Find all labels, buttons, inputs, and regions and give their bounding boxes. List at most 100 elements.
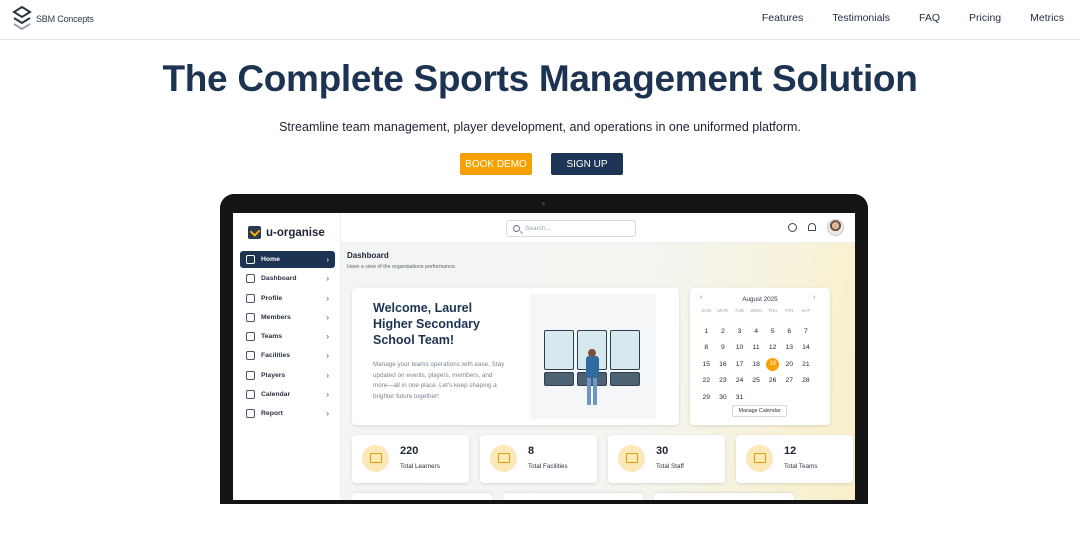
welcome-card: Welcome, Laurel Higher Secondary School … (352, 288, 679, 425)
members-icon (246, 312, 255, 322)
report-icon (246, 409, 255, 419)
brand[interactable]: SBM Concepts (12, 6, 94, 32)
calendar-day[interactable]: 11 (748, 340, 765, 357)
calendar-day[interactable]: 24 (731, 373, 748, 390)
calendar-day[interactable]: 20 (781, 357, 798, 374)
menu-item-facilities[interactable]: Facilities › (240, 347, 335, 364)
calendar-day[interactable]: 25 (748, 373, 765, 390)
menu-label: Report (261, 410, 283, 418)
calendar-day[interactable]: 27 (781, 373, 798, 390)
message-icon (746, 445, 773, 472)
menu-item-teams[interactable]: Teams › (240, 328, 335, 345)
menu-item-report[interactable]: Report › (240, 405, 335, 422)
menu-label: Members (261, 313, 291, 321)
calendar-day[interactable]: 29 (698, 390, 715, 407)
menu-item-members[interactable]: Members › (240, 309, 335, 326)
stat-card-facilities: 8 Total Facilities (480, 435, 597, 483)
lower-card (503, 493, 643, 500)
calendar-day-today[interactable]: 19 (766, 358, 780, 372)
stat-value: 220 (400, 445, 419, 457)
weekday-label: SAT (801, 309, 811, 314)
stat-label: Total Teams (784, 463, 818, 470)
chevron-right-icon: › (326, 351, 329, 361)
calendar-day[interactable]: 5 (764, 324, 781, 341)
chevron-right-icon: › (326, 274, 329, 284)
teams-icon (246, 332, 255, 342)
calendar-day[interactable]: 13 (781, 340, 798, 357)
app-menu: Home › Dashboard › Profile › Members › Teams… (240, 251, 335, 425)
lower-card (352, 493, 492, 500)
app-sidebar: u-organise Home › Dashboard › Profile › Mem… (233, 213, 341, 500)
menu-item-dashboard[interactable]: Dashboard › (240, 270, 335, 287)
menu-item-profile[interactable]: Profile › (240, 290, 335, 307)
hero-subtitle: Streamline team management, player devel… (279, 120, 801, 134)
calendar-day[interactable]: 23 (715, 373, 732, 390)
menu-item-calendar[interactable]: Calendar › (240, 386, 335, 403)
menu-label: Profile (261, 294, 283, 302)
nav-testimonials[interactable]: Testimonials (832, 12, 890, 24)
sbm-logo-icon (12, 6, 32, 31)
calendar-day[interactable]: 26 (764, 373, 781, 390)
calendar-day[interactable]: 6 (781, 324, 798, 341)
calendar-day[interactable]: 14 (798, 340, 815, 357)
calendar-day[interactable]: 18 (748, 357, 765, 374)
search-icon (513, 225, 520, 232)
chevron-right-icon: › (326, 332, 329, 342)
nav-features[interactable]: Features (762, 12, 803, 24)
lower-card (654, 493, 794, 500)
main-nav: Features Testimonials FAQ Pricing Metric… (733, 12, 1064, 24)
brand-name: SBM Concepts (36, 14, 94, 24)
calendar-day[interactable]: 21 (798, 357, 815, 374)
bell-icon[interactable] (808, 223, 816, 231)
calendar-day[interactable]: 3 (731, 324, 748, 341)
search-input[interactable]: Search... (506, 220, 636, 237)
dashboard-main: Dashboard Have a view of the organisatio… (341, 243, 855, 500)
menu-item-players[interactable]: Players › (240, 367, 335, 384)
screen-panel (544, 330, 574, 370)
screen-panel (544, 372, 574, 386)
calendar-grid: SUN MON TUE WED THU FRI SAT 1 2 3 4 5 6 7 8 9 10 11 12 13 14… (698, 307, 814, 407)
nav-metrics[interactable]: Metrics (1030, 12, 1064, 24)
menu-item-home[interactable]: Home › (240, 251, 335, 268)
calendar-day[interactable]: 22 (698, 373, 715, 390)
stat-card-teams: 12 Total Teams (736, 435, 853, 483)
book-demo-button[interactable]: BOOK DEMO (460, 153, 532, 175)
calendar-day[interactable]: 2 (715, 324, 732, 341)
calendar-day[interactable]: 4 (748, 324, 765, 341)
calendar-day[interactable]: 16 (715, 357, 732, 374)
manage-calendar-button[interactable]: Manage Calendar (732, 405, 787, 417)
weekday-label: FRI (785, 309, 794, 314)
nav-pricing[interactable]: Pricing (969, 12, 1001, 24)
chevron-right-icon[interactable]: › (813, 294, 815, 301)
calendar-day[interactable]: 7 (798, 324, 815, 341)
players-icon (246, 370, 255, 380)
calendar-day[interactable]: 8 (698, 340, 715, 357)
weekday-label: THU (767, 309, 778, 314)
calendar-day[interactable]: 17 (731, 357, 748, 374)
calendar-day[interactable]: 1 (698, 324, 715, 341)
calendar-day[interactable]: 12 (764, 340, 781, 357)
weekday-label: WED (750, 309, 762, 314)
calendar-day[interactable]: 28 (798, 373, 815, 390)
calendar-day[interactable]: 15 (698, 357, 715, 374)
nav-faq[interactable]: FAQ (919, 12, 940, 24)
stat-value: 8 (528, 445, 535, 457)
calendar-day[interactable]: 9 (715, 340, 732, 357)
search-placeholder: Search... (525, 225, 552, 232)
sign-up-button[interactable]: SIGN UP (551, 153, 623, 175)
stat-label: Total Facilities (528, 463, 568, 470)
chevron-right-icon: › (326, 370, 329, 380)
chevron-right-icon: › (326, 255, 329, 264)
calendar-day[interactable]: 10 (731, 340, 748, 357)
hero-title: The Complete Sports Management Solution (162, 58, 918, 99)
gear-icon[interactable] (788, 223, 797, 232)
page-subtitle: Have a view of the organisations perform… (347, 264, 457, 270)
avatar[interactable] (827, 219, 844, 236)
page-title: Dashboard (347, 251, 389, 260)
welcome-text: Manage your teams operations with ease. … (373, 361, 505, 400)
stat-label: Total Staff (656, 463, 684, 470)
screen-panel (610, 330, 640, 370)
app-name: u-organise (266, 226, 325, 239)
chevron-right-icon: › (326, 390, 329, 400)
calendar-day[interactable]: 30 (715, 390, 732, 407)
